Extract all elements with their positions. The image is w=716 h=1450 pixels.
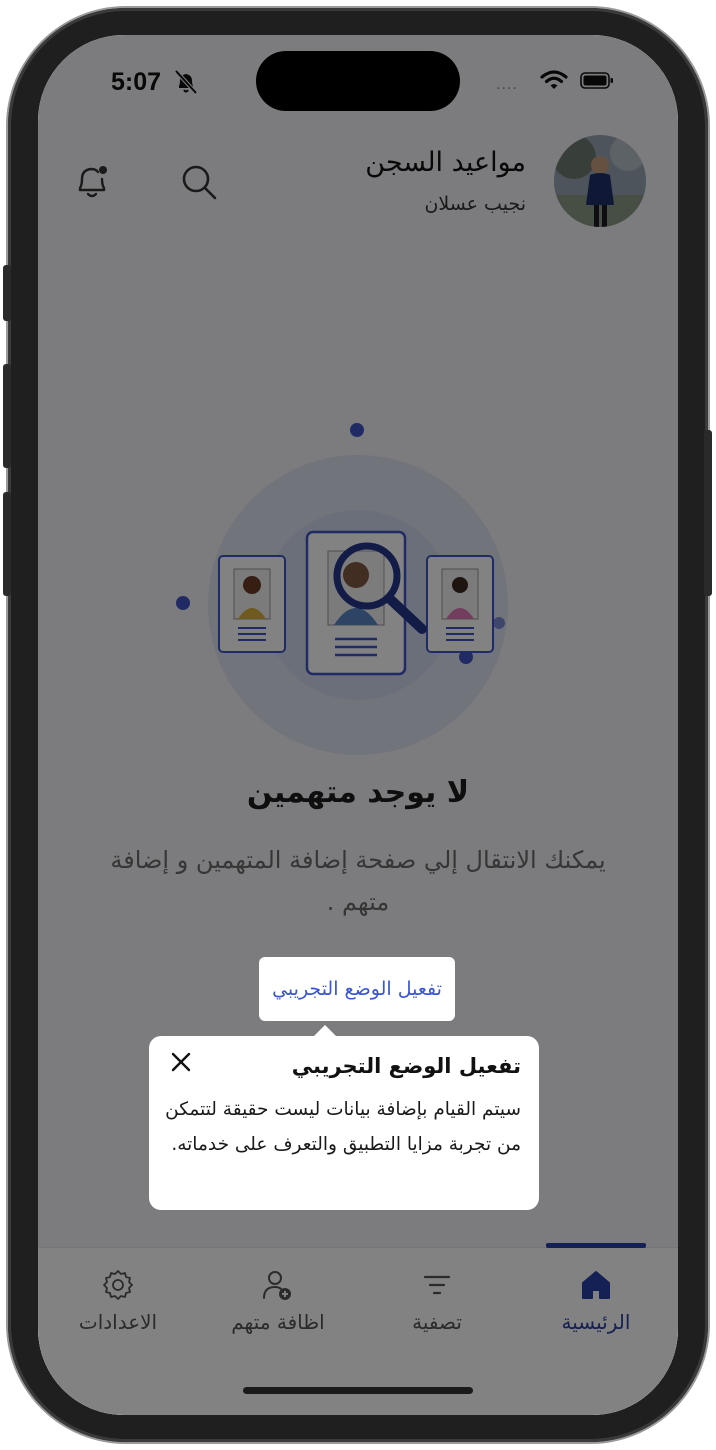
tooltip-body: سيتم القيام بإضافة بيانات ليست حقيقة لتت…: [165, 1099, 521, 1155]
power-button: [704, 430, 712, 596]
app: 5:07 .... مواعيد السجن نجيب عسلان لا يوج…: [38, 35, 678, 1415]
action-button: [3, 265, 11, 321]
demo-mode-tooltip: تفعيل الوضع التجريبي سيتم القيام بإضافة …: [149, 1025, 539, 1210]
close-icon[interactable]: [169, 1050, 193, 1074]
home-indicator[interactable]: [243, 1387, 473, 1394]
screen: 5:07 .... مواعيد السجن نجيب عسلان لا يوج…: [38, 35, 678, 1415]
volume-up-button: [3, 364, 11, 468]
volume-down-button: [3, 492, 11, 596]
demo-mode-button[interactable]: تفعيل الوضع التجريبي: [259, 957, 455, 1021]
tooltip-title: تفعيل الوضع التجريبي: [291, 1054, 521, 1078]
